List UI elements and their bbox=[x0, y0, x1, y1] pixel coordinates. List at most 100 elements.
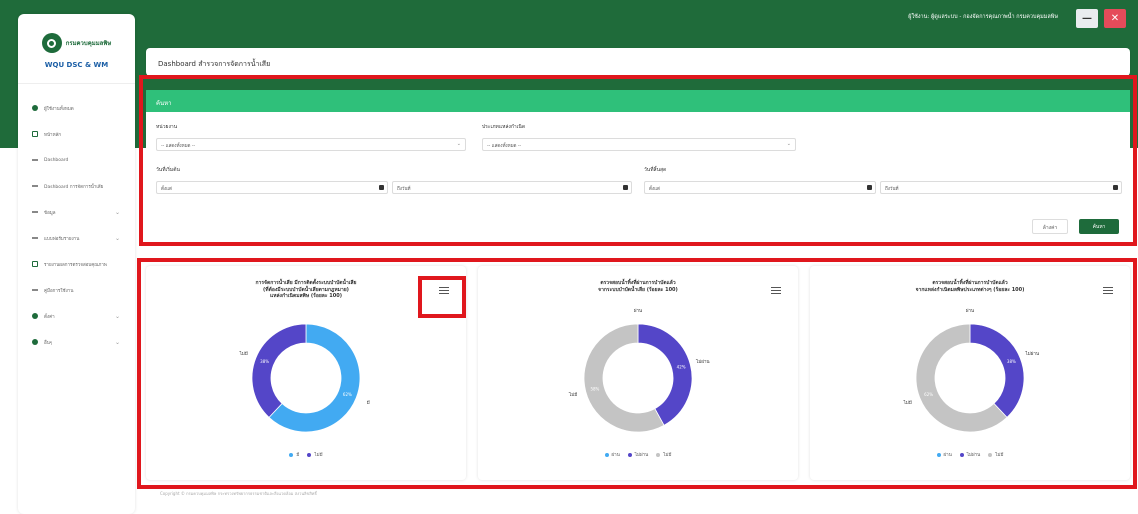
document-icon bbox=[32, 261, 38, 267]
legend-swatch bbox=[959, 452, 964, 457]
sidebar-menu-item[interactable]: ผู้ใช้งานทั้งหมด bbox=[18, 95, 135, 121]
legend-label: ไม่มี bbox=[314, 453, 323, 458]
chevron-down-icon: ⌄ bbox=[115, 338, 121, 346]
legend-item[interactable]: ไม่มี bbox=[988, 451, 1003, 458]
line-icon bbox=[32, 185, 38, 187]
legend-label: ไม่มี bbox=[995, 453, 1004, 458]
sidebar-menu-label: หน้าหลัก bbox=[44, 132, 62, 138]
close-button[interactable]: ✕ bbox=[1104, 9, 1126, 28]
legend-label: ไม่ผ่าน bbox=[634, 453, 649, 458]
dot-icon bbox=[32, 313, 38, 319]
donut-slice[interactable] bbox=[637, 323, 693, 426]
legend-swatch bbox=[988, 452, 993, 457]
sidebar-menu-item[interactable]: แบบฟอร์มรายงาน ⌄ bbox=[18, 225, 135, 251]
chevron-down-icon: ⌄ bbox=[115, 312, 121, 320]
logo-text: กรมควบคุมมลพิษ bbox=[65, 40, 112, 47]
legend-item[interactable]: ไม่ผ่าน bbox=[627, 451, 649, 458]
source-type-label: ประเภทแหล่งกำเนิด bbox=[482, 124, 526, 130]
donut-chart: ผ่าน0%ไม่ผ่าน38%ไม่มี62% bbox=[903, 308, 1039, 433]
start-date-to-input[interactable]: ถึงวันที่ bbox=[392, 181, 632, 194]
slice-value-label: 38% bbox=[260, 359, 269, 364]
sidebar-menu-item[interactable]: หน้าหลัก bbox=[18, 121, 135, 147]
chart-title-line: แหล่งกำเนิดมลพิษ (ร้อยละ 100) bbox=[269, 293, 343, 299]
chart-menu-icon[interactable] bbox=[1103, 287, 1113, 295]
legend-item[interactable]: ผ่าน bbox=[936, 451, 952, 458]
sidebar-menu-label: อื่นๆ bbox=[44, 340, 53, 346]
legend-label: มี bbox=[296, 453, 300, 458]
sidebar-menu-item[interactable]: คู่มือการใช้งาน bbox=[18, 277, 135, 303]
agency-select[interactable]: -- แสดงทั้งหมด -- ⌄ bbox=[156, 138, 466, 151]
legend-label: ผ่าน bbox=[943, 453, 952, 458]
search-button[interactable]: ค้นหา bbox=[1079, 219, 1119, 234]
agency-label: หน่วยงาน bbox=[156, 124, 178, 130]
chart-legend: มี ไม่มี bbox=[146, 451, 466, 458]
sidebar-menu-item[interactable]: ตั้งค่า ⌄ bbox=[18, 303, 135, 329]
chart-title-line: จากระบบบำบัดน้ำเสีย (ร้อยละ 100) bbox=[598, 286, 678, 293]
end-date-from-placeholder: ตั้งแต่ bbox=[649, 187, 660, 192]
legend-swatch bbox=[627, 452, 632, 457]
chart-card-treatment-system: การจัดการน้ำเสีย มีการติดตั้งระบบบำบัดน้… bbox=[146, 266, 466, 480]
line-icon bbox=[32, 159, 38, 161]
calendar-icon bbox=[867, 185, 872, 190]
source-type-select-value: -- แสดงทั้งหมด -- bbox=[487, 144, 522, 149]
clear-button[interactable]: ล้างค่า bbox=[1032, 219, 1068, 234]
slice-label: ผ่าน bbox=[634, 308, 642, 314]
legend-item[interactable]: ไม่ผ่าน bbox=[959, 451, 980, 458]
chart-title-line: จากแหล่งกำเนิดมลพิษประเภทต่างๆ (ร้อยละ 1… bbox=[915, 286, 1025, 293]
legend-item[interactable]: ไม่มี bbox=[656, 451, 671, 458]
legend-swatch bbox=[289, 452, 294, 457]
legend-swatch bbox=[307, 452, 312, 457]
minimize-button[interactable]: — bbox=[1076, 9, 1098, 28]
dot-icon bbox=[32, 105, 38, 111]
line-icon bbox=[32, 289, 38, 291]
sidebar-menu-item[interactable]: Dashboard bbox=[18, 147, 135, 173]
legend-swatch bbox=[656, 452, 661, 457]
legend-item[interactable]: ผ่าน bbox=[604, 451, 620, 458]
end-date-to-input[interactable]: ถึงวันที่ bbox=[880, 181, 1122, 194]
dot-icon bbox=[32, 339, 38, 345]
chevron-down-icon: ⌄ bbox=[786, 141, 791, 147]
sidebar-menu-label: แบบฟอร์มรายงาน bbox=[44, 236, 80, 242]
donut-slice[interactable] bbox=[969, 323, 1025, 418]
start-date-to-placeholder: ถึงวันที่ bbox=[397, 187, 411, 192]
slice-label: ไม่ผ่าน bbox=[695, 359, 709, 365]
sidebar-menu-item[interactable]: ข้อมูล ⌄ bbox=[18, 199, 135, 225]
legend-item[interactable]: มี bbox=[289, 451, 299, 458]
legend-item[interactable]: ไม่มี bbox=[307, 451, 323, 458]
sidebar-menu-label: คู่มือการใช้งาน bbox=[44, 288, 74, 294]
donut-chart: ผ่าน0%ไม่ผ่าน42%ไม่มี58% bbox=[568, 308, 710, 433]
footer-copyright: Copyright © กรมควบคุมมลพิษ กระทรวงทรัพยา… bbox=[160, 491, 317, 496]
page-title: Dashboard สำรวจการจัดการน้ำเสีย bbox=[158, 60, 271, 68]
legend-label: ผ่าน bbox=[611, 453, 620, 458]
slice-value-label: 62% bbox=[343, 392, 352, 397]
user-info-text[interactable]: ผู้ใช้งาน: ผู้ดูแลระบบ - กองจัดการคุณภาพ… bbox=[908, 13, 1058, 21]
donut-chart: มี 62% ไม่มี 38% bbox=[239, 323, 370, 433]
chart-menu-icon[interactable] bbox=[439, 287, 449, 295]
chart-card-effluent-check: ตรวจสอบน้ำทิ้งที่ผ่านการบำบัดแล้ว จากระบ… bbox=[478, 266, 798, 480]
sidebar-logo-area: กรมควบคุมมลพิษ WQU DSC & WM bbox=[18, 14, 135, 84]
slice-label: ผ่าน bbox=[966, 308, 974, 314]
sidebar-menu-label: ผู้ใช้งานทั้งหมด bbox=[44, 106, 74, 112]
end-date-from-input[interactable]: ตั้งแต่ bbox=[644, 181, 876, 194]
start-date-from-input[interactable]: ตั้งแต่ bbox=[156, 181, 388, 194]
slice-label: ไม่มี bbox=[239, 351, 248, 357]
slice-value-label: 42% bbox=[677, 364, 686, 369]
sidebar-menu-item[interactable]: อื่นๆ ⌄ bbox=[18, 329, 135, 355]
chart-menu-icon[interactable] bbox=[771, 287, 781, 295]
slice-value-label: 62% bbox=[924, 392, 933, 397]
end-date-to-placeholder: ถึงวันที่ bbox=[885, 187, 899, 192]
sidebar-menu-item[interactable]: Dashboard การจัดการน้ำเสีย bbox=[18, 173, 135, 199]
legend-label: ไม่มี bbox=[663, 453, 672, 458]
source-type-select[interactable]: -- แสดงทั้งหมด -- ⌄ bbox=[482, 138, 796, 151]
sidebar: กรมควบคุมมลพิษ WQU DSC & WM ผู้ใช้งานทั้… bbox=[18, 14, 135, 514]
calendar-icon bbox=[379, 185, 384, 190]
calendar-icon bbox=[1113, 185, 1118, 190]
filter-panel: ค้นหา หน่วยงาน -- แสดงทั้งหมด -- ⌄ ประเภ… bbox=[146, 90, 1130, 240]
sidebar-menu-label: ตั้งค่า bbox=[44, 314, 55, 320]
slice-label: ไม่ผ่าน bbox=[1025, 351, 1039, 357]
document-icon bbox=[32, 131, 38, 137]
slice-value-label: 38% bbox=[1007, 359, 1016, 364]
sidebar-menu-item[interactable]: รายงานผลการตรวจสอบคุณภาพ bbox=[18, 251, 135, 277]
start-date-label: วันที่เริ่มต้น bbox=[156, 167, 180, 173]
donut-slice[interactable] bbox=[251, 323, 307, 418]
